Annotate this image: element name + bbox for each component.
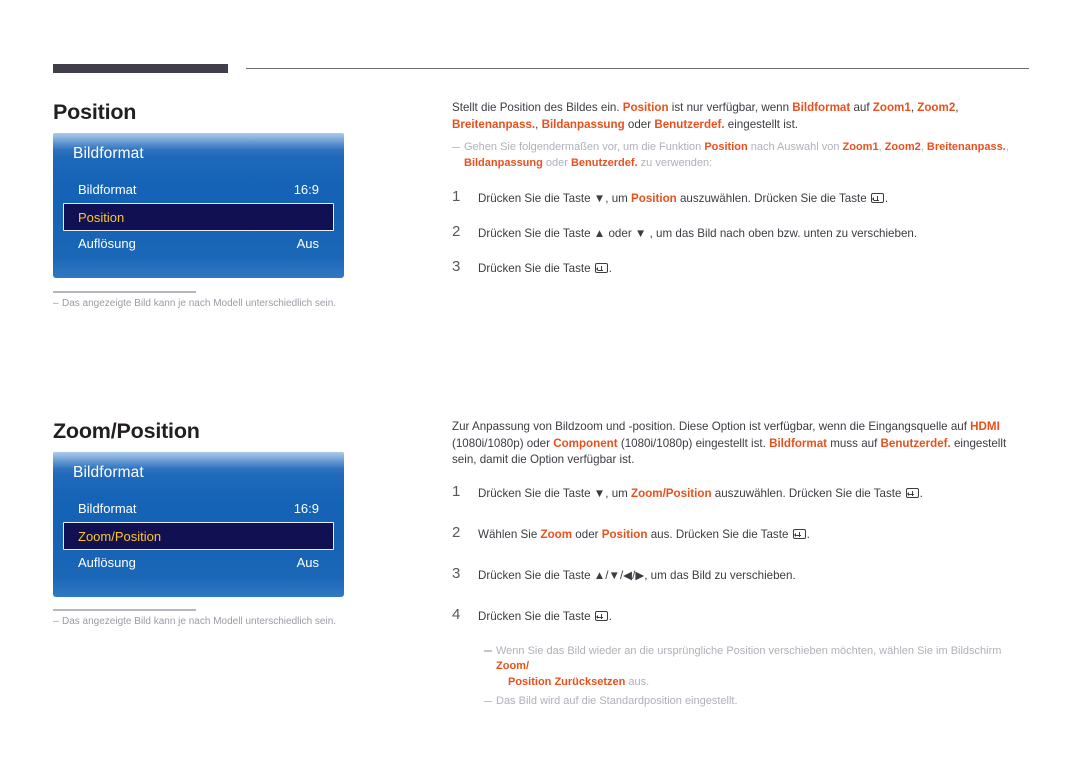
intro-paragraph-zoom-position: Zur Anpassung von Bildzoom und -position…: [452, 420, 1007, 466]
tv-menu-row-position-selected[interactable]: Position: [63, 203, 334, 231]
tv-menu-heading: Bildformat: [73, 464, 144, 481]
step-text: Wählen Sie Zoom oder Position aus. Drück…: [478, 527, 810, 541]
tv-menu-row-bildformat[interactable]: Bildformat 16:9: [63, 495, 334, 522]
tv-menu-row-bildformat[interactable]: Bildformat 16:9: [63, 176, 334, 203]
enter-key-icon: [594, 610, 608, 621]
enter-key-icon: [792, 528, 806, 539]
note-reset-position: Wenn Sie das Bild wieder an die ursprüng…: [484, 644, 1030, 691]
note-position-usage: Gehen Sie folgendermaßen vor, um die Fun…: [452, 140, 1030, 171]
tv-menu-row-value: 16:9: [293, 501, 319, 516]
step-item: 3 Drücken Sie die Taste ▲/▼/◀/▶, um das …: [452, 564, 1030, 585]
caption-dash-icon: –: [53, 298, 59, 309]
panel-caption-zoom-position: – Das angezeigte Bild kann je nach Modell…: [53, 616, 336, 627]
step-item: 1 Drücken Sie die Taste ▼, um Position a…: [452, 187, 1030, 208]
panel-caption-position: – Das angezeigte Bild kann je nach Modell…: [53, 298, 336, 309]
step-item: 2 Drücken Sie die Taste ▲ oder ▼ , um da…: [452, 222, 1030, 243]
step-number: 2: [452, 523, 461, 541]
step-number: 4: [452, 605, 461, 623]
tv-menu-row-label: Position: [78, 209, 125, 225]
step-item: 3 Drücken Sie die Taste .: [452, 257, 1030, 278]
caption-text: Das angezeigte Bild kann je nach Modell …: [62, 616, 337, 627]
step-item: 1 Drücken Sie die Taste ▼, um Zoom/Posit…: [452, 482, 1030, 503]
tv-menu-panel-position: Bildformat Bildformat 16:9 Position Aufl…: [53, 133, 344, 278]
tv-menu-row-label: Bildformat: [78, 182, 137, 197]
enter-key-icon: [870, 193, 884, 203]
body-column-position: Stellt die Position des Bildes ein. Posi…: [452, 100, 1030, 284]
tv-menu-row-zoom-position-selected[interactable]: Zoom/Position: [63, 522, 334, 550]
tv-menu-row-aufloesung[interactable]: Auflösung Aus: [63, 549, 334, 576]
tv-menu-panel-zoom-position: Bildformat Bildformat 16:9 Zoom/Position…: [53, 452, 344, 597]
step-text: Drücken Sie die Taste .: [478, 609, 613, 623]
step-number: 2: [452, 223, 461, 240]
step-text: Drücken Sie die Taste ▼, um Position aus…: [478, 192, 889, 205]
intro-paragraph-position: Stellt die Position des Bildes ein. Posi…: [452, 101, 959, 131]
caption-rule: [53, 609, 196, 611]
enter-key-icon: [594, 263, 608, 273]
tv-menu-row-value: Aus: [296, 555, 319, 570]
tv-menu-row-aufloesung[interactable]: Auflösung Aus: [63, 230, 334, 257]
tv-menu-row-value: Aus: [296, 236, 319, 251]
step-number: 3: [452, 564, 461, 582]
tv-menu-row-label: Auflösung: [78, 555, 136, 570]
note-dash-icon: [484, 700, 492, 703]
caption-text: Das angezeigte Bild kann je nach Modell …: [62, 298, 337, 309]
body-column-zoom-position: Zur Anpassung von Bildzoom und -position…: [452, 419, 1030, 714]
tv-menu-row-label: Auflösung: [78, 236, 136, 251]
step-number: 1: [452, 482, 461, 500]
enter-key-icon: [905, 487, 919, 498]
tv-menu-row-value: 16:9: [293, 182, 319, 197]
note-default-position: Das Bild wird auf die Standardposition e…: [484, 694, 1030, 710]
step-text: Drücken Sie die Taste .: [478, 262, 613, 275]
tv-menu-row-label: Bildformat: [78, 501, 137, 516]
step-number: 1: [452, 188, 461, 205]
header-accent-bar: [53, 64, 228, 73]
caption-dash-icon: –: [53, 616, 59, 627]
page-title-position: Position: [53, 100, 137, 124]
step-item: 4 Drücken Sie die Taste .: [452, 605, 1030, 626]
step-text: Drücken Sie die Taste ▲/▼/◀/▶, um das Bi…: [478, 568, 796, 582]
step-text: Drücken Sie die Taste ▲ oder ▼ , um das …: [478, 227, 918, 240]
note-dash-icon: [484, 650, 492, 652]
tv-menu-heading: Bildformat: [73, 145, 144, 162]
step-number: 3: [452, 258, 461, 275]
step-item: 2 Wählen Sie Zoom oder Position aus. Drü…: [452, 523, 1030, 544]
manual-page: Position Bildformat Bildformat 16:9 Posi…: [0, 0, 1080, 763]
tv-menu-row-label: Zoom/Position: [78, 528, 162, 544]
step-text: Drücken Sie die Taste ▼, um Zoom/Positio…: [478, 486, 923, 500]
note-dash-icon: [452, 146, 460, 149]
header-rule: [246, 68, 1029, 69]
caption-rule: [53, 291, 196, 293]
page-title-zoom-position: Zoom/Position: [53, 419, 200, 443]
